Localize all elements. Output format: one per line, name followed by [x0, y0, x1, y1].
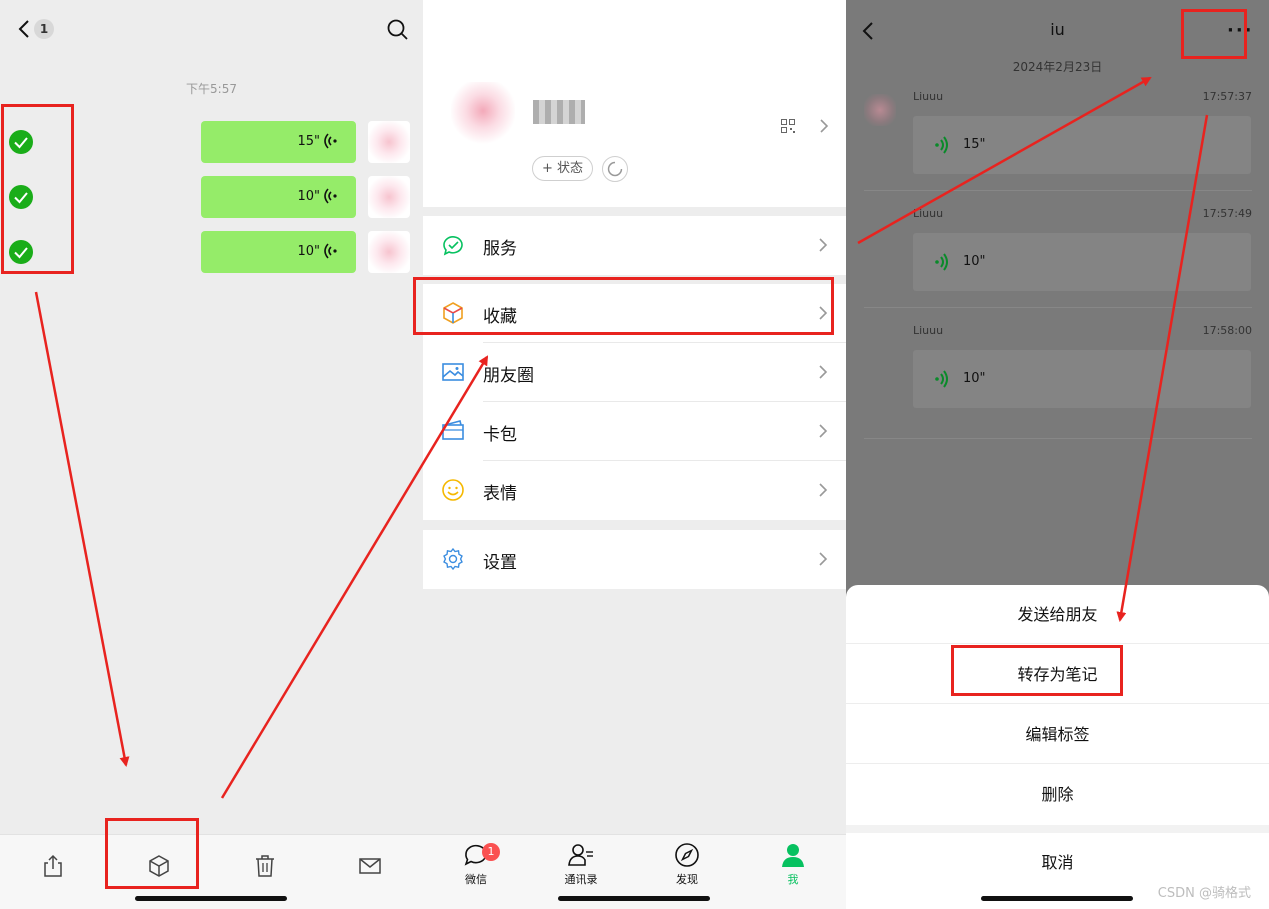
time-divider: 下午5:57	[186, 82, 237, 96]
tab-discover[interactable]: 发现	[657, 841, 717, 887]
share-icon[interactable]	[40, 853, 66, 879]
menu-item-services[interactable]: 服务	[423, 216, 846, 275]
home-indicator	[558, 896, 710, 901]
voice-duration: 10"	[963, 371, 986, 386]
voice-duration: 10"	[297, 244, 320, 259]
message-time: 17:57:37	[1202, 90, 1252, 103]
unread-count-badge: 1	[34, 19, 54, 39]
voice-duration: 10"	[963, 254, 986, 269]
voice-wave-icon	[324, 243, 337, 259]
voice-message-card[interactable]: 10"	[913, 350, 1251, 408]
voice-duration: 15"	[963, 137, 986, 152]
chevron-right-icon	[819, 238, 828, 252]
chevron-right-icon	[819, 483, 828, 497]
delete-option[interactable]: 删除	[846, 765, 1269, 824]
annotation-box-favorite-button	[105, 818, 199, 889]
voice-message-card[interactable]: 10"	[913, 233, 1251, 291]
avatar	[864, 94, 896, 126]
bottom-tab-bar: 1 微信 通讯录 发现 我	[423, 834, 846, 909]
tab-me[interactable]: 我	[763, 841, 823, 887]
multiselect-action-bar	[0, 834, 423, 909]
message-sender: Liuuu	[913, 207, 944, 220]
profile-nickname-blurred	[533, 100, 585, 124]
voice-wave-icon	[935, 370, 948, 388]
person-filled-icon	[782, 844, 804, 867]
voice-duration: 15"	[297, 134, 320, 149]
menu-item-label: 表情	[483, 484, 517, 504]
voice-message-bubble[interactable]: 10"	[201, 176, 356, 218]
voice-wave-icon	[935, 253, 948, 271]
annotation-box-save-as-note	[951, 645, 1123, 696]
voice-message-bubble[interactable]: 10"	[201, 231, 356, 273]
annotation-box-checks	[1, 104, 74, 274]
menu-item-label: 服务	[483, 239, 517, 259]
menu-item-settings[interactable]: 设置	[423, 530, 846, 589]
sticker-smile-icon	[442, 479, 464, 501]
service-icon	[443, 236, 463, 256]
mail-icon[interactable]	[357, 853, 383, 879]
add-status-button[interactable]: + 状态	[532, 156, 594, 181]
tab-contacts[interactable]: 通讯录	[551, 841, 611, 887]
avatar	[368, 121, 410, 163]
menu-group-services: 服务	[423, 216, 846, 275]
menu-group-settings: 设置	[423, 530, 846, 589]
status-ring-icon[interactable]	[602, 156, 628, 182]
divider	[864, 190, 1252, 191]
tab-label: 微信	[465, 873, 487, 886]
profile-avatar[interactable]	[451, 82, 515, 146]
voice-wave-icon	[324, 133, 337, 149]
compass-icon	[675, 843, 699, 867]
favorite-date: 2024年2月23日	[1012, 60, 1103, 74]
voice-message-bubble[interactable]: 15"	[201, 121, 356, 163]
watermark: CSDN @骑格式	[1157, 886, 1251, 901]
me-tab-screen: + 状态 服务 收藏 朋友圈 卡包 表情 设置 1 微信 通讯录 发现 我	[423, 0, 846, 909]
avatar	[368, 231, 410, 273]
annotation-box-favorites-menu	[413, 277, 834, 335]
voice-wave-icon	[935, 136, 948, 154]
divider	[864, 438, 1252, 439]
chevron-right-icon	[819, 552, 828, 566]
annotation-box-more-button	[1181, 9, 1247, 59]
action-sheet: 发送给朋友 转存为笔记 编辑标签 删除 取消	[846, 585, 1269, 909]
back-chevron-icon[interactable]	[14, 18, 36, 40]
chat-header: 1	[0, 0, 423, 58]
menu-item-stickers[interactable]: 表情	[423, 461, 846, 520]
unread-badge: 1	[482, 843, 500, 861]
voice-message-card[interactable]: 15"	[913, 116, 1251, 174]
message-sender: Liuuu	[913, 90, 944, 103]
menu-item-label: 卡包	[483, 425, 517, 445]
voice-duration: 10"	[297, 189, 320, 204]
chevron-right-icon	[820, 119, 829, 133]
send-to-friend-option[interactable]: 发送给朋友	[846, 585, 1269, 644]
sheet-separator	[846, 825, 1269, 833]
settings-gear-icon	[443, 547, 463, 571]
chevron-right-icon	[819, 365, 828, 379]
menu-item-label: 朋友圈	[483, 366, 534, 386]
trash-icon[interactable]	[252, 853, 278, 879]
edit-tags-option[interactable]: 编辑标签	[846, 705, 1269, 764]
chevron-right-icon	[819, 424, 828, 438]
favorite-detail-screen: iu ··· 2024年2月23日 Liuuu 17:57:37 15" Liu…	[846, 0, 1269, 909]
home-indicator	[981, 896, 1133, 901]
tab-label: 我	[787, 873, 799, 886]
profile-card[interactable]: + 状态	[423, 0, 846, 207]
message-time: 17:57:49	[1202, 207, 1252, 220]
tab-label: 发现	[676, 873, 698, 886]
menu-item-label: 设置	[483, 553, 517, 573]
message-time: 17:58:00	[1202, 324, 1252, 337]
qr-code-icon[interactable]	[781, 119, 795, 133]
avatar	[368, 176, 410, 218]
menu-item-card-wallet[interactable]: 卡包	[423, 402, 846, 461]
card-wallet-icon	[442, 420, 464, 440]
tab-chats[interactable]: 1 微信	[446, 841, 506, 887]
home-indicator	[135, 896, 287, 901]
voice-wave-icon	[324, 188, 337, 204]
tab-label: 通讯录	[564, 873, 598, 886]
search-icon[interactable]	[386, 18, 410, 42]
divider	[864, 307, 1252, 308]
contacts-icon	[568, 844, 593, 866]
message-sender: Liuuu	[913, 324, 944, 337]
menu-item-moments[interactable]: 朋友圈	[423, 343, 846, 402]
moments-image-icon	[442, 363, 464, 381]
